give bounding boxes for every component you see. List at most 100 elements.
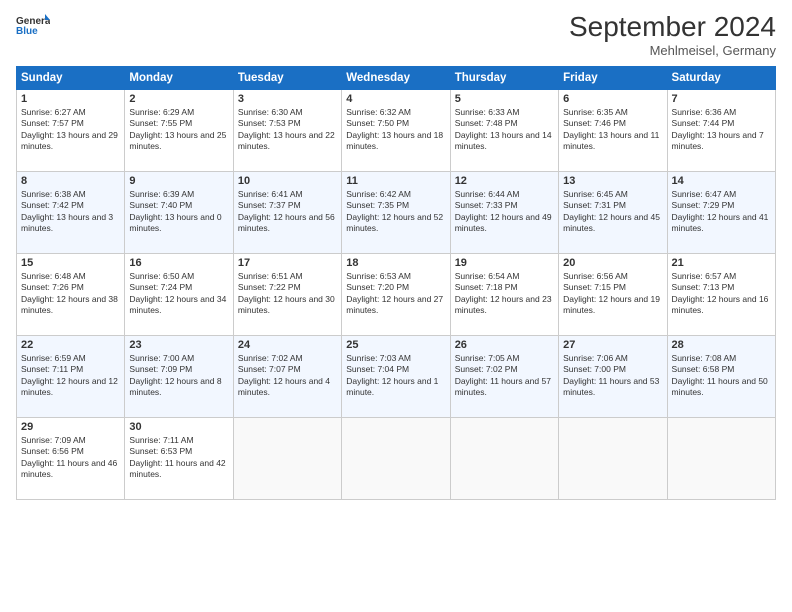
day-number: 30 [129,421,228,433]
day-number: 11 [346,175,445,187]
table-cell: 13 Sunrise: 6:45 AMSunset: 7:31 PMDaylig… [559,171,667,253]
table-cell: 18 Sunrise: 6:53 AMSunset: 7:20 PMDaylig… [342,253,450,335]
title-block: September 2024 Mehlmeisel, Germany [569,12,776,58]
table-cell: 8 Sunrise: 6:38 AMSunset: 7:42 PMDayligh… [17,171,125,253]
table-cell: 28 Sunrise: 7:08 AMSunset: 6:58 PMDaylig… [667,335,775,417]
table-cell: 1 Sunrise: 6:27 AMSunset: 7:57 PMDayligh… [17,89,125,171]
cell-content: Sunrise: 7:08 AMSunset: 6:58 PMDaylight:… [672,353,771,399]
cell-content: Sunrise: 6:42 AMSunset: 7:35 PMDaylight:… [346,189,445,235]
cell-content: Sunrise: 6:29 AMSunset: 7:55 PMDaylight:… [129,107,228,153]
cell-content: Sunrise: 7:11 AMSunset: 6:53 PMDaylight:… [129,435,228,481]
table-cell: 30 Sunrise: 7:11 AMSunset: 6:53 PMDaylig… [125,417,233,499]
table-cell: 9 Sunrise: 6:39 AMSunset: 7:40 PMDayligh… [125,171,233,253]
cell-content: Sunrise: 7:03 AMSunset: 7:04 PMDaylight:… [346,353,445,399]
cell-content: Sunrise: 6:27 AMSunset: 7:57 PMDaylight:… [21,107,120,153]
day-number: 13 [563,175,662,187]
cell-content: Sunrise: 7:06 AMSunset: 7:00 PMDaylight:… [563,353,662,399]
table-cell: 27 Sunrise: 7:06 AMSunset: 7:00 PMDaylig… [559,335,667,417]
day-number: 24 [238,339,337,351]
cell-content: Sunrise: 6:36 AMSunset: 7:44 PMDaylight:… [672,107,771,153]
table-cell: 19 Sunrise: 6:54 AMSunset: 7:18 PMDaylig… [450,253,558,335]
table-cell: 11 Sunrise: 6:42 AMSunset: 7:35 PMDaylig… [342,171,450,253]
day-number: 2 [129,93,228,105]
day-number: 17 [238,257,337,269]
table-cell [342,417,450,499]
day-number: 23 [129,339,228,351]
cell-content: Sunrise: 6:44 AMSunset: 7:33 PMDaylight:… [455,189,554,235]
day-number: 26 [455,339,554,351]
header-saturday: Saturday [667,66,775,89]
page-header: General Blue September 2024 Mehlmeisel, … [16,12,776,58]
day-number: 10 [238,175,337,187]
day-number: 21 [672,257,771,269]
day-number: 9 [129,175,228,187]
day-number: 27 [563,339,662,351]
day-number: 25 [346,339,445,351]
table-cell: 29 Sunrise: 7:09 AMSunset: 6:56 PMDaylig… [17,417,125,499]
day-number: 8 [21,175,120,187]
day-number: 29 [21,421,120,433]
cell-content: Sunrise: 7:00 AMSunset: 7:09 PMDaylight:… [129,353,228,399]
day-number: 1 [21,93,120,105]
day-number: 6 [563,93,662,105]
table-cell [450,417,558,499]
cell-content: Sunrise: 6:35 AMSunset: 7:46 PMDaylight:… [563,107,662,153]
cell-content: Sunrise: 6:32 AMSunset: 7:50 PMDaylight:… [346,107,445,153]
table-cell: 20 Sunrise: 6:56 AMSunset: 7:15 PMDaylig… [559,253,667,335]
day-number: 12 [455,175,554,187]
table-cell: 7 Sunrise: 6:36 AMSunset: 7:44 PMDayligh… [667,89,775,171]
table-cell: 24 Sunrise: 7:02 AMSunset: 7:07 PMDaylig… [233,335,341,417]
day-number: 20 [563,257,662,269]
day-number: 15 [21,257,120,269]
month-title: September 2024 [569,12,776,43]
table-cell [667,417,775,499]
cell-content: Sunrise: 6:54 AMSunset: 7:18 PMDaylight:… [455,271,554,317]
table-cell [559,417,667,499]
location-subtitle: Mehlmeisel, Germany [569,43,776,58]
header-monday: Monday [125,66,233,89]
table-cell: 6 Sunrise: 6:35 AMSunset: 7:46 PMDayligh… [559,89,667,171]
day-number: 28 [672,339,771,351]
table-cell [233,417,341,499]
cell-content: Sunrise: 6:45 AMSunset: 7:31 PMDaylight:… [563,189,662,235]
logo: General Blue [16,12,50,42]
table-cell: 5 Sunrise: 6:33 AMSunset: 7:48 PMDayligh… [450,89,558,171]
cell-content: Sunrise: 6:51 AMSunset: 7:22 PMDaylight:… [238,271,337,317]
table-cell: 4 Sunrise: 6:32 AMSunset: 7:50 PMDayligh… [342,89,450,171]
day-number: 18 [346,257,445,269]
table-cell: 16 Sunrise: 6:50 AMSunset: 7:24 PMDaylig… [125,253,233,335]
table-cell: 23 Sunrise: 7:00 AMSunset: 7:09 PMDaylig… [125,335,233,417]
header-wednesday: Wednesday [342,66,450,89]
table-cell: 21 Sunrise: 6:57 AMSunset: 7:13 PMDaylig… [667,253,775,335]
table-cell: 17 Sunrise: 6:51 AMSunset: 7:22 PMDaylig… [233,253,341,335]
svg-text:Blue: Blue [16,26,38,37]
calendar-table: SundayMondayTuesdayWednesdayThursdayFrid… [16,66,776,500]
cell-content: Sunrise: 6:38 AMSunset: 7:42 PMDaylight:… [21,189,120,235]
day-number: 16 [129,257,228,269]
header-tuesday: Tuesday [233,66,341,89]
table-cell: 15 Sunrise: 6:48 AMSunset: 7:26 PMDaylig… [17,253,125,335]
svg-text:General: General [16,16,50,27]
cell-content: Sunrise: 6:30 AMSunset: 7:53 PMDaylight:… [238,107,337,153]
cell-content: Sunrise: 6:56 AMSunset: 7:15 PMDaylight:… [563,271,662,317]
day-number: 3 [238,93,337,105]
cell-content: Sunrise: 6:57 AMSunset: 7:13 PMDaylight:… [672,271,771,317]
day-number: 5 [455,93,554,105]
table-cell: 14 Sunrise: 6:47 AMSunset: 7:29 PMDaylig… [667,171,775,253]
day-number: 22 [21,339,120,351]
table-cell: 25 Sunrise: 7:03 AMSunset: 7:04 PMDaylig… [342,335,450,417]
day-number: 4 [346,93,445,105]
cell-content: Sunrise: 6:50 AMSunset: 7:24 PMDaylight:… [129,271,228,317]
cell-content: Sunrise: 7:09 AMSunset: 6:56 PMDaylight:… [21,435,120,481]
cell-content: Sunrise: 6:33 AMSunset: 7:48 PMDaylight:… [455,107,554,153]
cell-content: Sunrise: 6:59 AMSunset: 7:11 PMDaylight:… [21,353,120,399]
cell-content: Sunrise: 6:39 AMSunset: 7:40 PMDaylight:… [129,189,228,235]
cell-content: Sunrise: 6:41 AMSunset: 7:37 PMDaylight:… [238,189,337,235]
day-number: 19 [455,257,554,269]
cell-content: Sunrise: 6:53 AMSunset: 7:20 PMDaylight:… [346,271,445,317]
logo-svg: General Blue [16,12,50,42]
table-cell: 3 Sunrise: 6:30 AMSunset: 7:53 PMDayligh… [233,89,341,171]
table-cell: 10 Sunrise: 6:41 AMSunset: 7:37 PMDaylig… [233,171,341,253]
table-cell: 2 Sunrise: 6:29 AMSunset: 7:55 PMDayligh… [125,89,233,171]
cell-content: Sunrise: 6:48 AMSunset: 7:26 PMDaylight:… [21,271,120,317]
